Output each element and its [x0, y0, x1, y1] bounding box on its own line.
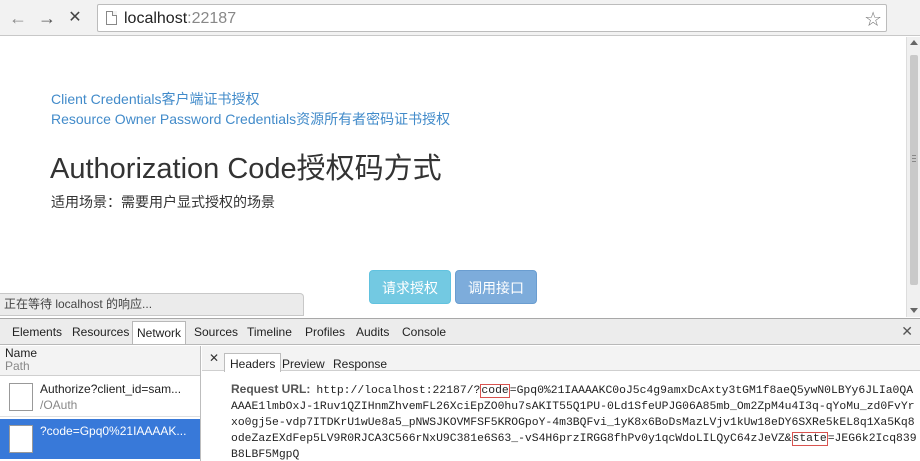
column-header[interactable]: Name Path: [0, 346, 200, 376]
request-row[interactable]: Authorize?client_id=sam... /OAuth: [0, 377, 200, 417]
scroll-up-icon[interactable]: [910, 40, 918, 45]
tab-timeline[interactable]: Timeline: [247, 325, 292, 339]
document-icon: [9, 425, 33, 453]
url-text[interactable]: localhost:22187: [124, 10, 236, 28]
name-column-label: Name: [5, 346, 38, 360]
url-host: localhost: [124, 10, 188, 27]
request-name: ?code=Gpq0%21IAAAAK...: [40, 424, 187, 438]
request-name: Authorize?client_id=sam...: [40, 382, 182, 396]
address-bar[interactable]: localhost:22187 ☆: [97, 4, 887, 32]
back-arrow-icon[interactable]: ←: [6, 7, 30, 29]
devtools-panel: Elements Resources Network Sources Timel…: [0, 318, 920, 461]
detail-tab-bar: ✕ Headers Preview Response: [202, 346, 920, 372]
url-prefix: http://localhost:22187/?: [316, 385, 481, 397]
tab-audits[interactable]: Audits: [356, 325, 389, 339]
devtools-tab-bar: Elements Resources Network Sources Timel…: [0, 319, 920, 345]
grip-line: [912, 155, 916, 156]
grip-line: [912, 158, 916, 159]
path-column-label: Path: [5, 359, 30, 373]
client-credentials-link[interactable]: Client Credentials客户端证书授权: [51, 89, 260, 109]
status-bubble: 正在等待 localhost 的响应...: [0, 293, 304, 316]
code-param-key: code: [480, 384, 510, 398]
request-url-label: Request URL:: [231, 382, 311, 396]
document-icon: [9, 383, 33, 411]
scroll-down-icon[interactable]: [910, 308, 918, 313]
url-port: :22187: [187, 10, 237, 27]
tab-elements[interactable]: Elements: [12, 325, 62, 339]
resource-owner-link[interactable]: Resource Owner Password Credentials资源所有者…: [51, 109, 450, 129]
tab-preview[interactable]: Preview: [282, 357, 325, 371]
tab-profiles[interactable]: Profiles: [305, 325, 345, 339]
scenario-text: 适用场景：需要用户显式授权的场景: [51, 194, 275, 210]
close-devtools-icon[interactable]: ✕: [901, 323, 913, 340]
request-row-selected[interactable]: ?code=Gpq0%21IAAAAK...: [0, 419, 200, 459]
tab-resources[interactable]: Resources: [72, 325, 129, 339]
request-list: Name Path Authorize?client_id=sam... /OA…: [0, 346, 201, 461]
request-path: /OAuth: [40, 398, 78, 412]
request-detail: ✕ Headers Preview Response Request URL: h…: [202, 346, 920, 461]
tab-console[interactable]: Console: [402, 325, 446, 339]
page-viewport: Client Credentials客户端证书授权 Resource Owner…: [0, 37, 906, 317]
stop-loading-icon[interactable]: ✕: [63, 7, 87, 29]
scroll-thumb[interactable]: [910, 55, 918, 285]
state-param-key: state: [791, 432, 828, 446]
tab-response[interactable]: Response: [333, 357, 387, 371]
close-detail-icon[interactable]: ✕: [209, 351, 219, 365]
bookmark-star-icon[interactable]: ☆: [864, 7, 882, 32]
tab-network[interactable]: Network: [132, 321, 187, 344]
call-api-button[interactable]: 调用接口: [455, 270, 537, 304]
grip-line: [912, 161, 916, 162]
request-url[interactable]: Request URL: http://localhost:22187/?code…: [231, 381, 917, 461]
page-icon: [106, 11, 117, 25]
tab-headers[interactable]: Headers: [224, 353, 282, 372]
tab-sources[interactable]: Sources: [194, 325, 238, 339]
page-title: Authorization Code授权码方式: [50, 153, 442, 185]
forward-arrow-icon[interactable]: →: [35, 7, 59, 29]
page-scrollbar[interactable]: [906, 37, 920, 317]
request-authorization-button[interactable]: 请求授权: [369, 270, 451, 304]
browser-toolbar: ← → ✕ localhost:22187 ☆: [0, 0, 920, 36]
